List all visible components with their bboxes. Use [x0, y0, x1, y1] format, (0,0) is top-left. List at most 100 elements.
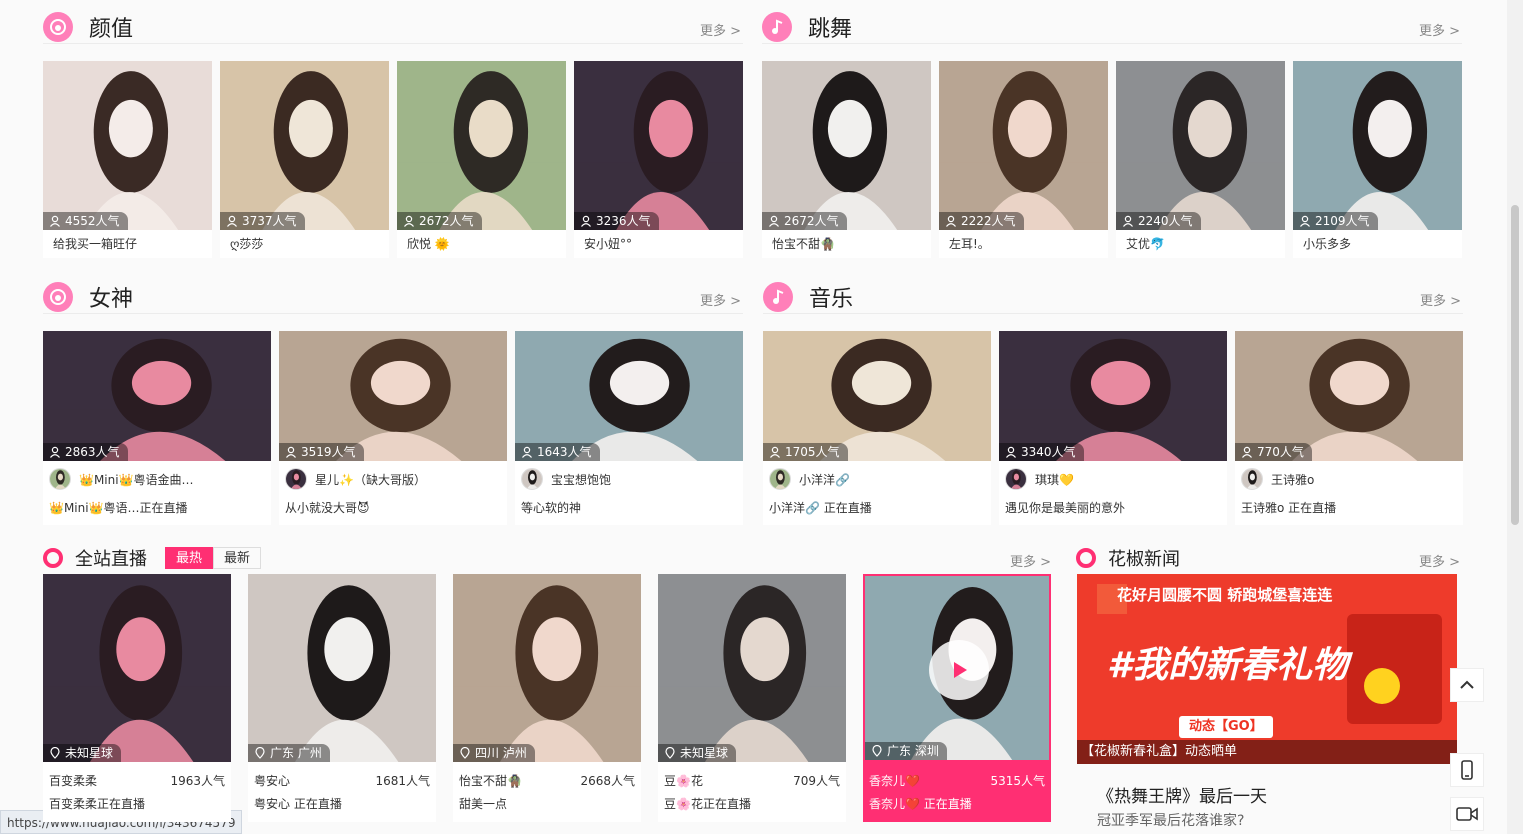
popularity-count: 3236人气: [596, 214, 651, 228]
popularity-badge: 2672人气: [397, 212, 482, 230]
play-button[interactable]: [929, 640, 989, 700]
stream-card[interactable]: 2672人气 欣悦 🌞: [397, 61, 566, 258]
stream-card[interactable]: 3737人气 ღ莎莎: [220, 61, 389, 258]
more-link[interactable]: 更多 >: [1010, 551, 1051, 570]
streamer-name[interactable]: 王诗雅o: [1271, 471, 1451, 488]
section-header-live: 全站直播 最热 最新 更多 >: [43, 541, 1053, 575]
stream-card[interactable]: 2222人气 左耳!。: [939, 61, 1108, 258]
streamer-name[interactable]: 香奈儿❤️: [869, 772, 920, 789]
stream-thumbnail[interactable]: 3519人气: [279, 331, 507, 461]
live-meta: 怡宝不甜🧌 2668人气: [459, 772, 635, 789]
tab-hot[interactable]: 最热: [165, 547, 214, 569]
streamer-name[interactable]: 左耳!。: [949, 235, 1099, 252]
stream-thumbnail[interactable]: 3340人气: [999, 331, 1227, 461]
stream-card[interactable]: 770人气 王诗雅o 王诗雅o 正在直播: [1235, 331, 1463, 525]
streamer-name[interactable]: 粤安心: [254, 772, 290, 789]
stream-card[interactable]: 1643人气 宝宝想饱饱 等心软的神: [515, 331, 743, 525]
video-camera-icon: [1456, 807, 1478, 821]
stream-thumbnail[interactable]: 2672人气: [762, 61, 931, 230]
popularity-count: 3737人气: [242, 214, 297, 228]
more-link[interactable]: 更多 >: [1419, 20, 1460, 39]
stream-thumbnail[interactable]: 广东 广州: [248, 574, 436, 762]
streamer-name[interactable]: 怡宝不甜🧌: [772, 235, 922, 252]
tab-new[interactable]: 最新: [213, 547, 262, 569]
streamer-name[interactable]: 琪琪💛: [1035, 471, 1215, 488]
popularity-count: 1681人气: [375, 774, 430, 788]
streamer-name[interactable]: 百变柔柔: [49, 772, 97, 789]
streamer-name[interactable]: 星儿✨（缺大哥版）: [315, 471, 495, 488]
streamer-name[interactable]: 欣悦 🌞: [407, 235, 557, 252]
stream-thumbnail[interactable]: 四川 泸州: [453, 574, 641, 762]
news-banner[interactable]: 花好月圆腰不圆 轿跑城堡喜连连 #我的新春礼物 动态【GO】 【花椒新春礼盒】动…: [1077, 574, 1457, 764]
stream-thumbnail[interactable]: 2109人气: [1293, 61, 1462, 230]
stream-card[interactable]: 1705人气 小洋洋🔗 小洋洋🔗 正在直播: [763, 331, 991, 525]
stream-thumbnail[interactable]: 未知星球: [658, 574, 846, 762]
stream-card[interactable]: 3340人气 琪琪💛 遇见你是最美丽的意外: [999, 331, 1227, 525]
stream-thumbnail[interactable]: 广东 深圳: [863, 574, 1051, 762]
avatar[interactable]: [521, 468, 543, 490]
streamer-name[interactable]: 小洋洋🔗: [799, 471, 979, 488]
mobile-app-button[interactable]: [1450, 753, 1484, 787]
news-subline[interactable]: 冠亚季军最后花落谁家?: [1097, 810, 1244, 830]
live-card[interactable]: 未知星球 百变柔柔 1963人气 百变柔柔正在直播: [43, 574, 231, 822]
more-link[interactable]: 更多 >: [1420, 290, 1461, 309]
stream-thumbnail[interactable]: 3737人气: [220, 61, 389, 230]
streamer-name[interactable]: 👑Mini👑粤语金曲…: [79, 471, 259, 488]
live-card[interactable]: 广东 广州 粤安心 1681人气 粤安心 正在直播: [248, 574, 436, 822]
avatar[interactable]: [769, 468, 791, 490]
scrollbar[interactable]: [1507, 0, 1523, 834]
scrollbar-thumb[interactable]: [1511, 205, 1519, 525]
live-card[interactable]: 广东 深圳 香奈儿❤️ 5315人气 香奈儿❤️ 正在直播: [863, 574, 1051, 822]
stream-card[interactable]: 2672人气 怡宝不甜🧌: [762, 61, 931, 258]
back-to-top-button[interactable]: [1450, 668, 1484, 702]
stream-description: 甜美一点: [459, 797, 508, 811]
stream-thumbnail[interactable]: 770人气: [1235, 331, 1463, 461]
popularity-badge: 1705人气: [763, 443, 848, 461]
stream-card[interactable]: 3236人气 安小妞°°: [574, 61, 743, 258]
face-icon: [43, 11, 73, 42]
more-link[interactable]: 更多 >: [700, 20, 741, 39]
banner-go-button[interactable]: 动态【GO】: [1179, 716, 1273, 738]
more-link[interactable]: 更多 >: [700, 290, 741, 309]
avatar[interactable]: [1241, 468, 1263, 490]
live-card[interactable]: 四川 泸州 怡宝不甜🧌 2668人气 甜美一点: [453, 574, 641, 822]
popularity-count: 1643人气: [537, 445, 592, 459]
stream-card[interactable]: 2109人气 小乐多多: [1293, 61, 1462, 258]
popularity-count: 770人气: [1257, 445, 1304, 459]
streamer-name[interactable]: 给我买一箱旺仔: [53, 235, 203, 252]
stream-thumbnail[interactable]: 2222人气: [939, 61, 1108, 230]
stream-thumbnail[interactable]: 1643人气: [515, 331, 743, 461]
live-dot-icon: [43, 548, 63, 568]
user-icon: [946, 215, 956, 227]
stream-card[interactable]: 4552人气 给我买一箱旺仔: [43, 61, 212, 258]
avatar[interactable]: [285, 468, 307, 490]
streamer-name[interactable]: ღ莎莎: [230, 235, 380, 252]
more-link[interactable]: 更多 >: [1419, 551, 1460, 570]
stream-thumbnail[interactable]: 2672人气: [397, 61, 566, 230]
avatar[interactable]: [49, 468, 71, 490]
streamer-name[interactable]: 安小妞°°: [584, 235, 734, 252]
streamer-name[interactable]: 艾优🐬: [1126, 235, 1276, 252]
streamer-name[interactable]: 小乐多多: [1303, 235, 1453, 252]
section-header-nvshen: 女神 更多 >: [43, 280, 743, 314]
stream-thumbnail[interactable]: 4552人气: [43, 61, 212, 230]
stream-thumbnail[interactable]: 2863人气: [43, 331, 271, 461]
stream-thumbnail[interactable]: 2240人气: [1116, 61, 1285, 230]
user-icon: [522, 446, 532, 458]
stream-card[interactable]: 3519人气 星儿✨（缺大哥版） 从小就没大哥😈: [279, 331, 507, 525]
streamer-name[interactable]: 豆🌸花: [664, 772, 703, 789]
section-header-news: 花椒新闻 更多 >: [1076, 541, 1462, 575]
stream-photo: [1242, 469, 1262, 489]
stream-card[interactable]: 2240人气 艾优🐬: [1116, 61, 1285, 258]
streamer-name[interactable]: 宝宝想饱饱: [551, 471, 731, 488]
stream-thumbnail[interactable]: 3236人气: [574, 61, 743, 230]
start-live-button[interactable]: [1450, 797, 1484, 831]
streamer-name[interactable]: 怡宝不甜🧌: [459, 772, 522, 789]
live-card[interactable]: 未知星球 豆🌸花 709人气 豆🌸花正在直播: [658, 574, 846, 822]
avatar[interactable]: [1005, 468, 1027, 490]
news-headline[interactable]: 《热舞王牌》最后一天: [1097, 782, 1267, 807]
stream-card[interactable]: 2863人气 👑Mini👑粤语金曲… 👑Mini👑粤语…正在直播: [43, 331, 271, 525]
stream-thumbnail[interactable]: 1705人气: [763, 331, 991, 461]
section-title: 颜值: [89, 16, 134, 42]
stream-thumbnail[interactable]: 未知星球: [43, 574, 231, 762]
